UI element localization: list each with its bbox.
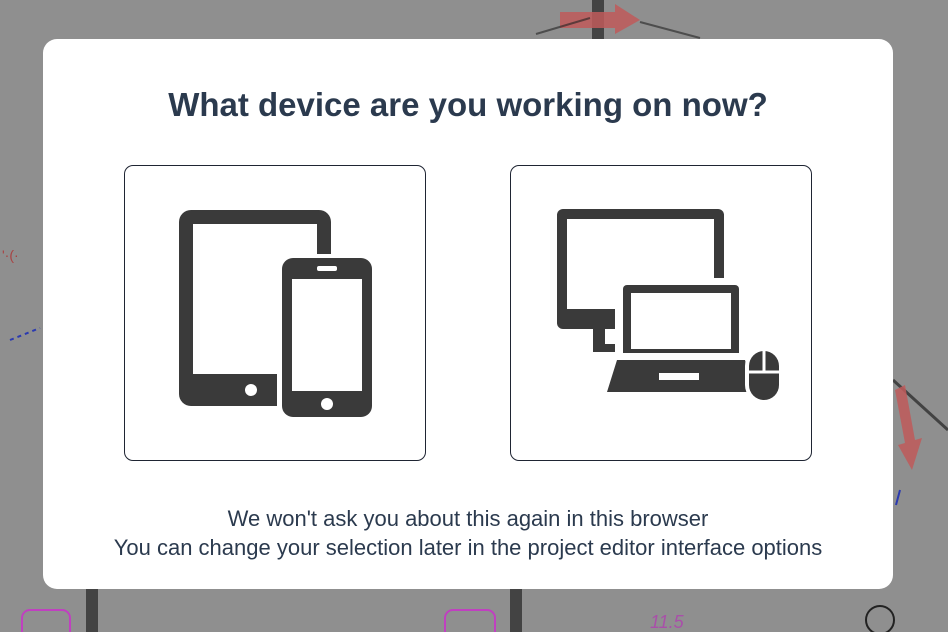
- tablet-phone-option-button[interactable]: [124, 165, 426, 461]
- desktop-laptop-icon: [557, 209, 783, 404]
- svg-text:'·(·: '·(·: [2, 247, 19, 263]
- desktop-laptop-option-button[interactable]: [510, 165, 812, 461]
- device-selection-dialog: What device are you working on now? We w…: [43, 39, 893, 589]
- tablet-phone-icon: [179, 210, 375, 421]
- note-line-1: We won't ask you about this again in thi…: [227, 506, 709, 531]
- dialog-note: We won't ask you about this again in thi…: [43, 504, 893, 562]
- note-line-2: You can change your selection later in t…: [113, 535, 823, 560]
- svg-text:11.5: 11.5: [650, 612, 685, 632]
- dialog-title: What device are you working on now?: [168, 86, 768, 123]
